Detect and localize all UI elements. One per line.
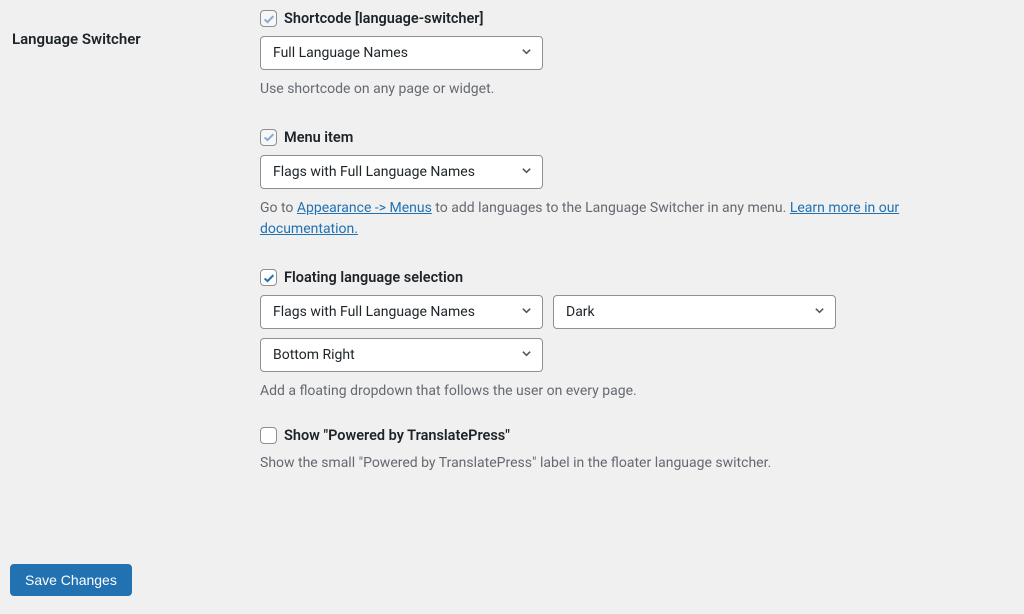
floating-position-select-value: Bottom Right <box>273 347 355 363</box>
floating-theme-select[interactable]: Dark <box>553 295 836 329</box>
floating-desc: Add a floating dropdown that follows the… <box>260 381 1000 403</box>
floating-style-select-value: Flags with Full Language Names <box>273 304 475 320</box>
chevron-down-icon <box>521 304 532 320</box>
checkmark-icon <box>262 12 276 26</box>
menu-item-block: Menu item Flags with Full Language Names… <box>260 129 1014 241</box>
checkmark-icon <box>262 271 276 285</box>
powered-by-checkbox-label: Show "Powered by TranslatePress" <box>284 427 510 444</box>
chevron-down-icon <box>521 347 532 363</box>
menu-item-select-value: Flags with Full Language Names <box>273 164 475 180</box>
floating-checkbox-label: Floating language selection <box>284 269 463 286</box>
checkmark-icon <box>262 130 276 144</box>
floating-block: Floating language selection Flags with F… <box>260 269 1014 403</box>
shortcode-checkbox[interactable] <box>260 10 277 27</box>
powered-by-desc: Show the small "Powered by TranslatePres… <box>260 453 1000 475</box>
shortcode-select[interactable]: Full Language Names <box>260 36 543 70</box>
floating-style-select[interactable]: Flags with Full Language Names <box>260 295 543 329</box>
menu-item-checkbox-label: Menu item <box>284 129 353 146</box>
menu-item-checkbox[interactable] <box>260 129 277 146</box>
floating-checkbox[interactable] <box>260 269 277 286</box>
powered-by-checkbox[interactable] <box>260 427 277 444</box>
menu-item-select[interactable]: Flags with Full Language Names <box>260 155 543 189</box>
menu-item-desc: Go to Appearance -> Menus to add languag… <box>260 198 1000 241</box>
floating-position-select[interactable]: Bottom Right <box>260 338 543 372</box>
appearance-menus-link[interactable]: Appearance -> Menus <box>297 200 432 216</box>
shortcode-checkbox-label: Shortcode [language-switcher] <box>284 10 484 27</box>
settings-content: Shortcode [language-switcher] Full Langu… <box>260 10 1014 502</box>
powered-by-block: Show "Powered by TranslatePress" Show th… <box>260 427 1014 475</box>
shortcode-select-value: Full Language Names <box>273 45 408 61</box>
chevron-down-icon <box>521 45 532 61</box>
save-changes-button[interactable]: Save Changes <box>10 564 132 596</box>
shortcode-desc: Use shortcode on any page or widget. <box>260 79 1000 101</box>
floating-theme-select-value: Dark <box>566 304 595 320</box>
shortcode-block: Shortcode [language-switcher] Full Langu… <box>260 10 1014 101</box>
chevron-down-icon <box>521 164 532 180</box>
chevron-down-icon <box>814 304 825 320</box>
section-label: Language Switcher <box>10 10 260 48</box>
